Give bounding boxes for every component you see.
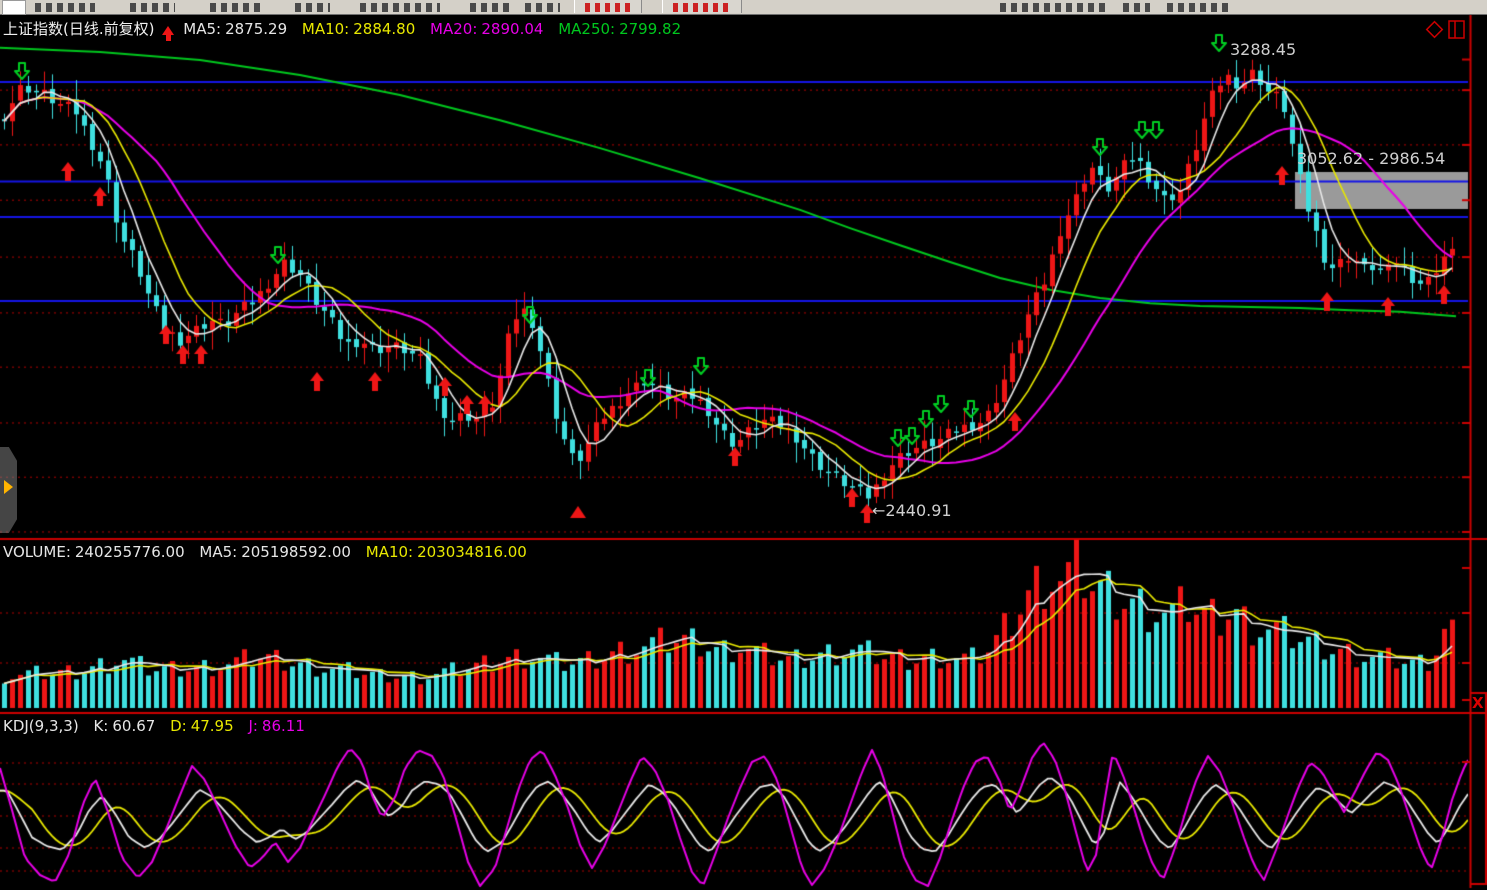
volume-value: 240255776.00 [75,543,185,561]
low-price-label: ←2440.91 [872,501,952,520]
diamond-icon[interactable] [1427,22,1443,38]
ma10-value: 2884.80 [353,20,415,38]
toolbar-app-icon[interactable] [2,0,26,15]
kdj-d-value: 47.95 [191,717,234,735]
sidebar-expand-handle[interactable] [0,447,17,533]
menu-item-clipped[interactable] [470,3,510,12]
ma5-value: 2875.29 [225,20,287,38]
stock-chart-canvas[interactable] [0,0,1487,890]
ma20-value: 2890.04 [481,20,543,38]
split-window-icon[interactable] [1449,21,1464,38]
main-chart-header: 上证指数(日线.前复权) MA5:2875.29 MA10:2884.80 MA… [3,18,685,39]
menu-item-clipped[interactable] [35,3,95,12]
kdj-name: KDJ(9,3,3) [3,717,79,735]
kdj-j-label: J: [248,717,257,735]
menu-item-clipped[interactable] [210,3,265,12]
menu-item-clipped[interactable] [1123,3,1150,12]
toolbar-button-2[interactable] [662,0,742,13]
kdj-d-label: D: [170,717,187,735]
ma5-label: MA5: [183,20,221,38]
volume-header: VOLUME:240255776.00 MA5:205198592.00 MA1… [3,543,531,561]
peak-price-label: 3288.45 [1230,40,1296,59]
app-window: 上证指数(日线.前复权) MA5:2875.29 MA10:2884.80 MA… [0,0,1487,890]
menu-item-clipped[interactable] [525,3,560,12]
vol-ma10-label: MA10: [366,543,413,561]
panel-close-button[interactable]: X [1472,694,1484,712]
vol-ma5-label: MA5: [199,543,237,561]
instrument-title: 上证指数(日线.前复权) [3,20,154,38]
kdj-k-value: 60.67 [112,717,155,735]
toolbar [0,0,1487,15]
kdj-k-label: K: [93,717,108,735]
chart-corner-controls [1425,20,1469,40]
ma250-value: 2799.82 [619,20,681,38]
kdj-header: KDJ(9,3,3) K:60.67 D:47.95 J: 86.11 [3,717,309,735]
volume-label: VOLUME: [3,543,71,561]
vol-ma5-value: 205198592.00 [241,543,351,561]
ma20-label: MA20: [430,20,477,38]
vol-ma10-value: 203034816.00 [417,543,527,561]
ma250-label: MA250: [558,20,615,38]
kdj-j-value: 86.11 [262,717,305,735]
menu-item-clipped[interactable] [360,3,440,12]
menu-item-clipped[interactable] [1000,3,1105,12]
gap-range-label: 3052.62 - 2986.54 [1297,149,1445,168]
menu-item-clipped[interactable] [1167,3,1233,12]
corner-icons-svg [1425,20,1469,40]
trend-up-arrow-icon [162,26,174,35]
expand-arrow-icon [4,480,13,494]
ma10-label: MA10: [302,20,349,38]
menu-item-clipped[interactable] [130,3,175,12]
menu-item-clipped[interactable] [295,3,330,12]
toolbar-button-1[interactable] [574,0,642,13]
